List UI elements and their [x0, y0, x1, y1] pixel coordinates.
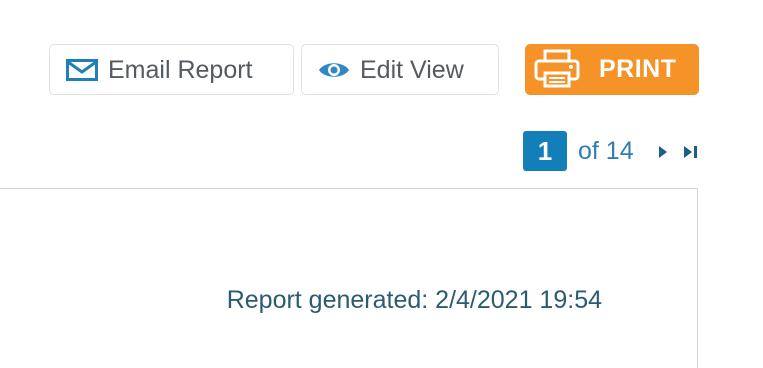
last-page-icon[interactable] — [683, 145, 699, 159]
report-generated-text: Report generated: 2/4/2021 19:54 — [226, 286, 602, 314]
pagination: 1 of 14 — [523, 131, 697, 171]
report-viewer: Email Report Edit View PRINT 1 of 14 Rep… — [0, 0, 763, 368]
current-page-box[interactable]: 1 — [523, 131, 567, 171]
next-page-icon[interactable] — [657, 145, 669, 159]
print-label: PRINT — [599, 55, 677, 83]
email-report-button[interactable]: Email Report — [49, 44, 294, 95]
printer-icon — [533, 49, 581, 89]
report-frame-top-border — [0, 188, 698, 189]
edit-view-button[interactable]: Edit View — [301, 44, 499, 95]
envelope-icon — [66, 59, 98, 81]
report-frame-right-border — [697, 188, 698, 368]
print-button[interactable]: PRINT — [525, 44, 699, 95]
eye-icon — [318, 59, 350, 81]
page-count-text: of 14 — [578, 136, 634, 165]
email-report-label: Email Report — [108, 56, 253, 84]
edit-view-label: Edit View — [360, 56, 464, 84]
